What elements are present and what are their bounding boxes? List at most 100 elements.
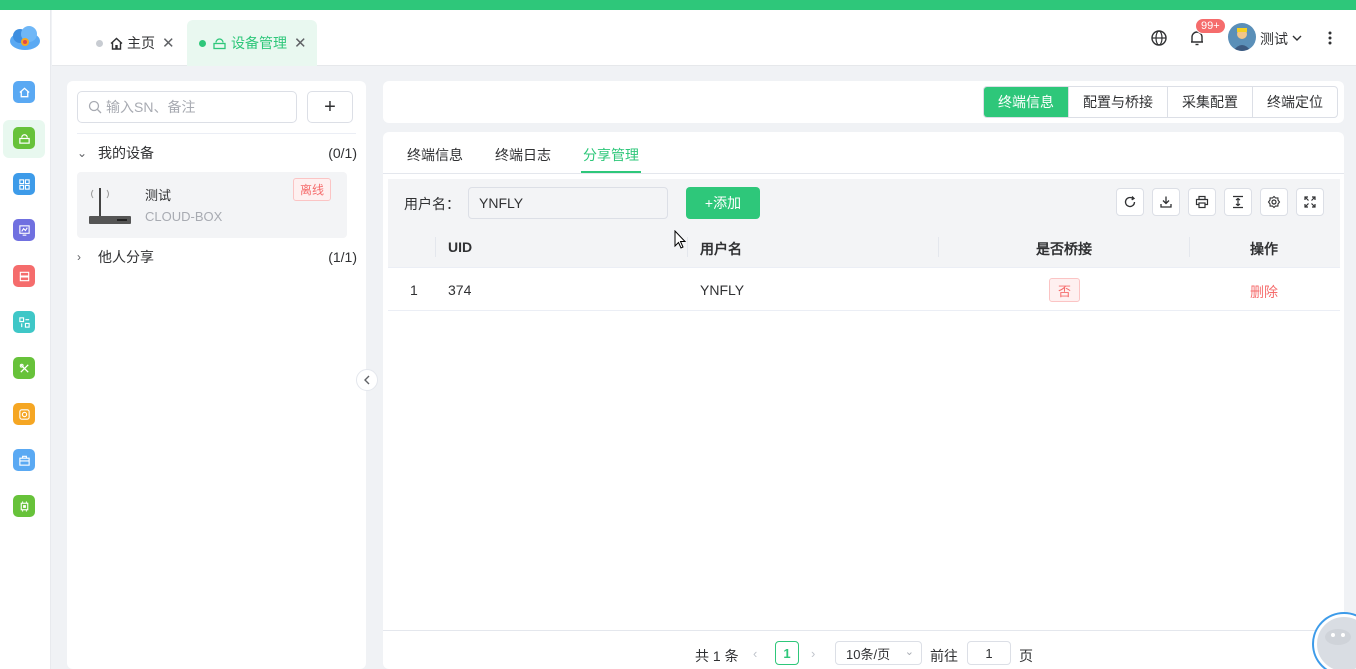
rail-home-icon[interactable] bbox=[13, 81, 35, 103]
globe-icon[interactable] bbox=[1150, 29, 1168, 47]
segment-terminal-location[interactable]: 终端定位 bbox=[1252, 87, 1337, 117]
page-suffix: 页 bbox=[1019, 648, 1033, 664]
page-size-select[interactable]: 10条/页 ⌄ bbox=[835, 641, 922, 665]
row-uid: 374 bbox=[448, 282, 472, 298]
icon-rail bbox=[0, 10, 51, 669]
collapse-panel-button[interactable] bbox=[356, 369, 378, 391]
top-accent-strip bbox=[0, 0, 1356, 10]
active-tab-underline bbox=[581, 171, 641, 173]
pagination-total: 共 1 条 bbox=[695, 648, 739, 664]
table-toolbar bbox=[1116, 188, 1324, 216]
rail-tools-icon[interactable] bbox=[13, 357, 35, 379]
tab-share-management[interactable]: 分享管理 bbox=[583, 145, 639, 165]
row-height-icon bbox=[1233, 195, 1243, 209]
goto-label: 前往 bbox=[930, 648, 958, 664]
router-icon bbox=[89, 188, 131, 224]
divider bbox=[77, 133, 356, 134]
tab-close-icon[interactable]: ✕ bbox=[294, 34, 307, 52]
chevron-down-icon[interactable] bbox=[1292, 34, 1302, 42]
username-filter-label: 用户名： bbox=[404, 196, 460, 212]
group-count: (1/1) bbox=[328, 249, 357, 265]
column-header-actions[interactable]: 操作 bbox=[1250, 239, 1278, 259]
search-input[interactable]: 输入SN、备注 bbox=[77, 91, 297, 123]
tab-dot bbox=[199, 39, 206, 47]
segment-collect-config[interactable]: 采集配置 bbox=[1167, 87, 1252, 117]
table-row[interactable]: 1 374 YNFLY 否 删除 bbox=[388, 269, 1340, 311]
chevron-left-icon bbox=[364, 375, 370, 385]
device-model: CLOUD-BOX bbox=[145, 209, 223, 224]
rail-camera-icon[interactable] bbox=[13, 403, 35, 425]
search-icon bbox=[88, 100, 102, 114]
group-label: 我的设备 bbox=[98, 145, 154, 161]
gear-icon bbox=[1267, 195, 1281, 209]
rail-chip-icon[interactable] bbox=[13, 495, 35, 517]
group-count: (0/1) bbox=[328, 145, 357, 161]
segment-terminal-info[interactable]: 终端信息 bbox=[984, 87, 1068, 117]
goto-page-input[interactable]: 1 bbox=[967, 641, 1011, 665]
chevron-down-icon: ⌄ bbox=[77, 146, 88, 160]
device-name: 测试 bbox=[145, 188, 172, 203]
home-icon bbox=[110, 37, 123, 50]
printer-icon bbox=[1195, 195, 1209, 209]
density-button[interactable] bbox=[1224, 188, 1252, 216]
column-header-uid[interactable]: UID bbox=[448, 239, 472, 255]
username-filter-input[interactable]: YNFLY bbox=[468, 187, 668, 219]
bridged-badge: 否 bbox=[1049, 278, 1080, 302]
avatar[interactable] bbox=[1228, 23, 1256, 51]
main-panel: 终端信息 终端日志 分享管理 用户名： YNFLY +添加 UID 用户名 是否… bbox=[383, 132, 1344, 669]
add-share-button[interactable]: +添加 bbox=[686, 187, 760, 219]
group-shared-by-others[interactable]: › 他人分享 (1/1) bbox=[77, 246, 357, 268]
row-username: YNFLY bbox=[700, 282, 745, 298]
rail-device-icon[interactable] bbox=[13, 127, 35, 149]
column-divider bbox=[435, 237, 436, 257]
tab-close-icon[interactable]: ✕ bbox=[162, 34, 175, 52]
column-divider bbox=[938, 237, 939, 257]
refresh-icon bbox=[1124, 196, 1136, 208]
rail-chart-icon[interactable] bbox=[13, 219, 35, 241]
chevron-down-icon: ⌄ bbox=[904, 646, 914, 658]
fullscreen-button[interactable] bbox=[1296, 188, 1324, 216]
column-header-bridged[interactable]: 是否桥接 bbox=[1036, 239, 1092, 259]
rail-storage-icon[interactable] bbox=[13, 265, 35, 287]
pagination: 共 1 条 ‹ 1 › 10条/页 ⌄ 前往 1 页 bbox=[383, 630, 1344, 669]
segmented-control: 终端信息 配置与桥接 采集配置 终端定位 bbox=[983, 86, 1338, 118]
cloud-logo-icon[interactable] bbox=[8, 24, 42, 52]
notification-badge: 99+ bbox=[1195, 18, 1226, 34]
add-device-button[interactable]: + bbox=[307, 91, 353, 123]
column-settings-button[interactable] bbox=[1260, 188, 1288, 216]
delete-link[interactable]: 删除 bbox=[1250, 282, 1278, 302]
segment-config-bridge[interactable]: 配置与桥接 bbox=[1068, 87, 1167, 117]
column-divider bbox=[1189, 237, 1190, 257]
group-label: 他人分享 bbox=[98, 249, 154, 265]
tab-home[interactable]: 主页 ✕ bbox=[96, 20, 175, 66]
search-placeholder: 输入SN、备注 bbox=[106, 99, 196, 115]
tab-terminal-info[interactable]: 终端信息 bbox=[407, 145, 463, 165]
fullscreen-icon bbox=[1304, 196, 1316, 208]
print-button[interactable] bbox=[1188, 188, 1216, 216]
prev-page-icon[interactable]: ‹ bbox=[753, 646, 757, 661]
top-header: 主页 ✕ 设备管理 ✕ 99+ 测试 bbox=[52, 10, 1356, 66]
rail-grid-icon[interactable] bbox=[13, 173, 35, 195]
refresh-button[interactable] bbox=[1116, 188, 1144, 216]
table-header: UID 用户名 是否桥接 操作 bbox=[388, 227, 1340, 268]
page-number-button[interactable]: 1 bbox=[775, 641, 799, 665]
next-page-icon[interactable]: › bbox=[811, 646, 815, 661]
more-vertical-icon[interactable] bbox=[1327, 30, 1333, 46]
tab-home-label: 主页 bbox=[127, 35, 155, 51]
username[interactable]: 测试 bbox=[1260, 29, 1288, 49]
subtab-bar: 终端信息 终端日志 分享管理 bbox=[383, 132, 1344, 174]
tab-dot bbox=[96, 39, 103, 47]
rail-transfer-icon[interactable] bbox=[13, 311, 35, 333]
column-header-username[interactable]: 用户名 bbox=[700, 239, 742, 259]
tab-device-label: 设备管理 bbox=[231, 35, 287, 51]
export-button[interactable] bbox=[1152, 188, 1180, 216]
device-card[interactable]: 测试 CLOUD-BOX 离线 bbox=[77, 172, 347, 238]
page-size-value: 10条/页 bbox=[846, 646, 891, 662]
status-badge: 离线 bbox=[293, 178, 332, 201]
group-my-devices[interactable]: ⌄ 我的设备 (0/1) bbox=[77, 142, 357, 164]
filter-bar: 用户名： YNFLY +添加 bbox=[388, 179, 1340, 227]
tab-terminal-log[interactable]: 终端日志 bbox=[495, 145, 551, 165]
rail-briefcase-icon[interactable] bbox=[13, 449, 35, 471]
tab-device-management[interactable]: 设备管理 ✕ bbox=[187, 20, 317, 66]
robot-face-icon bbox=[1325, 629, 1351, 645]
